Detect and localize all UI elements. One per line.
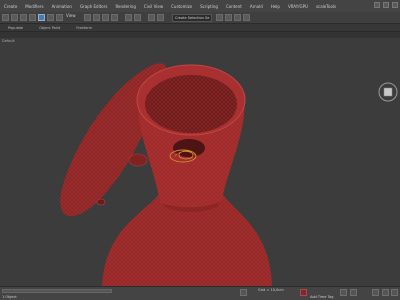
render-frame-icon[interactable] [234, 14, 241, 21]
viewcube[interactable] [378, 82, 398, 102]
menu-scripting[interactable]: Scripting [196, 4, 222, 9]
ribbon-bar: Populate Object Paint Freeform [0, 24, 400, 32]
status-bar: 1 Object Grid = 10,0cm Add Time Tag [0, 286, 400, 300]
close-icon[interactable] [392, 2, 398, 8]
move-icon[interactable] [38, 14, 45, 21]
viewport[interactable]: Default [0, 38, 400, 286]
redo-icon[interactable] [11, 14, 18, 21]
render-icon[interactable] [243, 14, 250, 21]
auto-key-button[interactable] [300, 289, 307, 296]
align-icon[interactable] [134, 14, 141, 21]
menu-animation[interactable]: Animation [48, 4, 76, 9]
undo-icon[interactable] [2, 14, 9, 21]
menu-scaletools[interactable]: scaleTools [312, 4, 340, 9]
ribbon-tab-object-paint[interactable]: Object Paint [31, 26, 68, 30]
main-toolbar: View Create Selection Se [0, 12, 400, 24]
menu-create[interactable]: Create [0, 4, 21, 9]
pan-icon[interactable] [382, 289, 389, 296]
selection-count: 1 Object [2, 295, 17, 299]
select-icon[interactable] [29, 14, 36, 21]
ribbon-tab-freeform[interactable]: Freeform [68, 26, 100, 30]
menu-customize[interactable]: Customize [167, 4, 196, 9]
orbit-icon[interactable] [391, 289, 398, 296]
lock-icon[interactable] [240, 289, 247, 296]
curve-editor-icon[interactable] [157, 14, 164, 21]
time-slider[interactable] [2, 289, 112, 293]
menu-civil-view[interactable]: Civil View [140, 4, 167, 9]
link-icon[interactable] [20, 14, 27, 21]
side-knob [128, 153, 148, 167]
menu-content[interactable]: Content [222, 4, 246, 9]
percent-snap-icon[interactable] [102, 14, 109, 21]
maximize-icon[interactable] [383, 2, 389, 8]
render-setup-icon[interactable] [225, 14, 232, 21]
scale-icon[interactable] [56, 14, 63, 21]
play-icon[interactable] [340, 289, 347, 296]
spinner-snap-icon[interactable] [111, 14, 118, 21]
menu-vray-gpu[interactable]: VRAY/GPU [284, 4, 312, 9]
menu-arnold[interactable]: Arnold [246, 4, 267, 9]
layer-icon[interactable] [148, 14, 155, 21]
menu-rendering[interactable]: Rendering [111, 4, 139, 9]
snap-icon[interactable] [84, 14, 91, 21]
window-controls [374, 2, 398, 8]
ribbon-tab-populate[interactable]: Populate [0, 26, 31, 30]
menu-bar: Create Modifiers Animation Graph Editors… [0, 0, 400, 12]
material-editor-icon[interactable] [216, 14, 223, 21]
view-dropdown[interactable]: View [66, 13, 76, 18]
angle-snap-icon[interactable] [93, 14, 100, 21]
minimize-icon[interactable] [374, 2, 380, 8]
grid-size: Grid = 10,0cm [258, 288, 284, 292]
selection-set-dropdown[interactable]: Create Selection Se [172, 14, 212, 22]
model-render [60, 63, 272, 286]
add-time-tag[interactable]: Add Time Tag [310, 295, 334, 299]
menu-graph-editors[interactable]: Graph Editors [76, 4, 111, 9]
next-frame-icon[interactable] [350, 289, 357, 296]
menu-modifiers[interactable]: Modifiers [21, 4, 47, 9]
zoom-icon[interactable] [372, 289, 379, 296]
menu-help[interactable]: Help [267, 4, 284, 9]
disk-pin [96, 198, 106, 206]
rotate-icon[interactable] [47, 14, 54, 21]
mirror-icon[interactable] [125, 14, 132, 21]
